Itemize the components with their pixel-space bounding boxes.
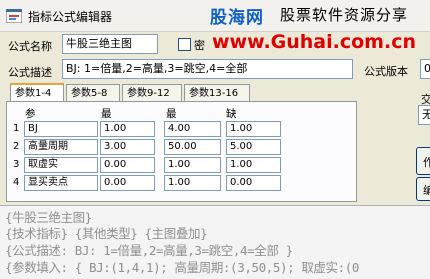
formula-version-label: 公式版本 bbox=[364, 65, 408, 78]
window-title: 指标公式编辑器 bbox=[28, 10, 113, 24]
param-max-input[interactable]: 4.00 bbox=[164, 121, 221, 137]
formula-name-label: 公式名称 bbox=[8, 40, 52, 53]
side-action-label: 作 bbox=[423, 156, 430, 169]
formula-code-editor[interactable]: {牛股三绝主图} {技术指标} {其他类型} {主图叠加} {公式描述: BJ:… bbox=[0, 205, 430, 279]
formula-desc-label: 公式描述 bbox=[8, 66, 52, 79]
code-line: {参数填入: { BJ:(1,4,1); 高量周期:(3,50,5); 取虚实:… bbox=[5, 260, 359, 275]
param-default-input[interactable]: 5.00 bbox=[226, 139, 281, 155]
param-default-input[interactable]: 1.00 bbox=[226, 157, 281, 173]
param-min-input[interactable]: 1.00 bbox=[100, 121, 155, 137]
tab-params-1-4[interactable]: 参数1-4 bbox=[10, 83, 64, 102]
side-edit-label: 编 bbox=[423, 184, 430, 197]
banner-slogan: 股票软件资源分享 bbox=[280, 6, 409, 24]
formula-name-input[interactable]: 牛股三绝主图 bbox=[62, 34, 158, 54]
tab-params-5-8[interactable]: 参数5-8 bbox=[66, 84, 120, 101]
param-row-number: 3 bbox=[13, 159, 20, 170]
param-name-input[interactable]: 高量周期 bbox=[24, 139, 98, 155]
formula-version-input[interactable]: 0 bbox=[420, 59, 430, 79]
side-action-button[interactable]: 作 bbox=[416, 147, 430, 175]
param-row-number: 2 bbox=[13, 141, 20, 152]
formula-editor-icon bbox=[6, 9, 22, 23]
tab-params-13-16[interactable]: 参数13-16 bbox=[184, 84, 250, 101]
param-default-input[interactable]: 1.00 bbox=[226, 121, 281, 137]
param-max-input[interactable]: 1.00 bbox=[164, 175, 221, 191]
side-type-input[interactable]: 无 bbox=[418, 105, 430, 125]
site-banner: 股海网 股票软件资源分享 bbox=[210, 3, 430, 29]
tab-params-9-12[interactable]: 参数9-12 bbox=[122, 84, 182, 101]
param-min-input[interactable]: 0.00 bbox=[100, 175, 155, 191]
banner-logo: 股海网 bbox=[210, 8, 264, 28]
password-label: 密 bbox=[194, 39, 205, 52]
param-row-number: 4 bbox=[13, 177, 20, 188]
param-row-number: 1 bbox=[13, 123, 20, 134]
param-name-input[interactable]: 显买卖点 bbox=[24, 175, 98, 191]
param-default-input[interactable]: 0.00 bbox=[226, 175, 281, 191]
param-name-input[interactable]: 取虚实 bbox=[24, 157, 98, 173]
site-watermark: www.Guhai.com.cn bbox=[212, 31, 416, 53]
password-checkbox[interactable] bbox=[178, 38, 191, 51]
side-edit-button[interactable]: 编 bbox=[416, 177, 430, 201]
param-min-input[interactable]: 3.00 bbox=[100, 139, 155, 155]
param-max-input[interactable]: 1.00 bbox=[164, 157, 221, 173]
formula-desc-input[interactable]: BJ: 1=倍量,2=高量,3=跳空,4=全部 bbox=[62, 59, 353, 79]
param-name-input[interactable]: BJ bbox=[24, 121, 98, 137]
param-min-input[interactable]: 0.00 bbox=[100, 157, 155, 173]
param-max-input[interactable]: 50.00 bbox=[164, 139, 221, 155]
